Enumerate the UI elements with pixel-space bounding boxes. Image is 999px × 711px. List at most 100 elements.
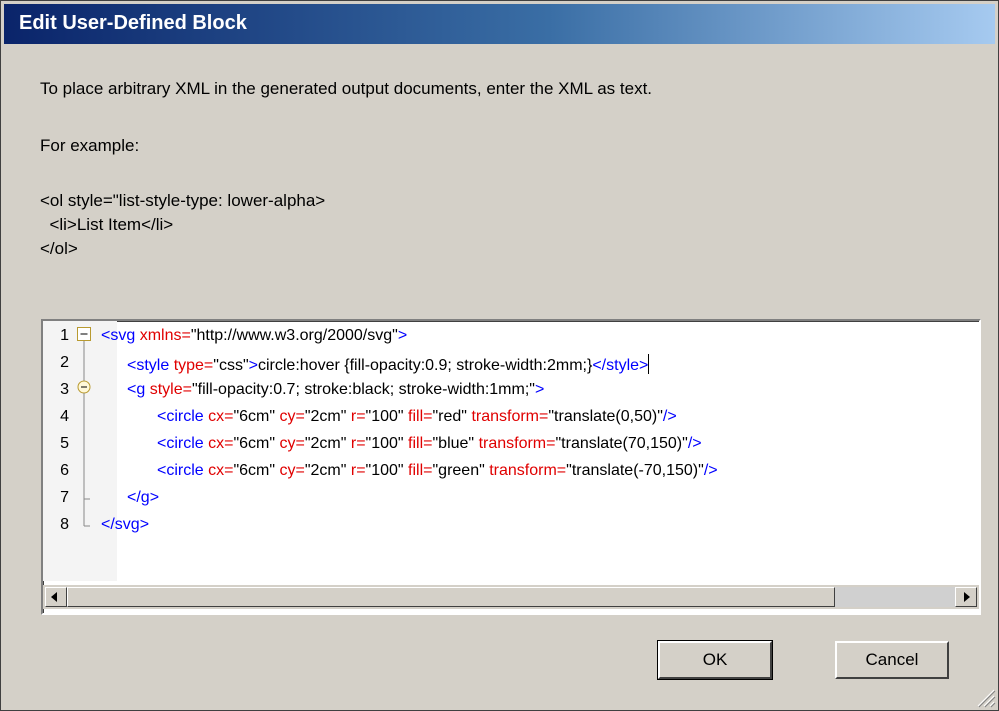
code-token: style= [149,381,192,398]
example-code-line-1: <ol style="list-style-type: lower-alpha> [40,191,326,210]
code-token: fill= [408,462,433,479]
code-token: cy= [279,435,305,452]
cancel-button[interactable]: Cancel [835,641,949,679]
code-token: <svg [101,327,140,344]
code-text: </svg> [101,516,149,534]
code-token: <circle [157,435,209,452]
line-number: 3 [60,381,69,398]
code-line: 3 <g style="fill-opacity:0.7; stroke:bla… [43,377,979,404]
code-line: 1 <svg xmlns="http://www.w3.org/2000/svg… [43,323,979,350]
code-line: 2 <style type="css">circle:hover {fill-o… [43,350,979,377]
code-line: 7 </g> [43,485,979,512]
fold-guide-line [83,431,85,458]
code-token: /> [687,435,702,452]
code-token: "red" [432,408,472,425]
code-token: cx= [208,435,234,452]
horizontal-scrollbar[interactable] [43,585,979,609]
scroll-left-button[interactable] [45,587,67,607]
fold-end-marker [83,512,90,527]
code-token: /> [703,462,718,479]
scroll-right-button[interactable] [955,587,977,607]
edit-user-defined-block-dialog: Edit User-Defined Block To place arbitra… [0,0,999,711]
example-label: For example: [40,136,140,155]
fold-guide-line [83,404,85,431]
scroll-thumb[interactable] [67,587,835,607]
fold-collapse-icon[interactable] [77,377,91,404]
code-token: "translate(0,50)" [548,408,663,425]
code-line: 6 <circle cx="6cm" cy="2cm" r="100" fill… [43,458,979,485]
text-cursor [648,354,650,374]
code-text: <circle cx="6cm" cy="2cm" r="100" fill="… [157,462,718,480]
code-token: </style> [592,357,649,374]
code-token: <style [127,357,174,374]
code-token: "2cm" [304,435,351,452]
code-token: r= [350,462,366,479]
code-token: transform= [489,462,567,479]
code-token: "6cm" [233,435,280,452]
code-token: transform= [471,408,549,425]
code-line: 8 </svg> [43,512,979,539]
code-text: </g> [127,489,159,507]
line-number: 8 [60,516,69,533]
code-token: cy= [279,408,305,425]
code-token: circle:hover {fill-opacity:0.9; stroke-w… [257,357,593,374]
code-token: xmlns= [139,327,191,344]
fold-guide-line [83,458,85,485]
line-number: 2 [60,354,69,371]
example-code-line-2: <li>List Item</li> [40,215,174,234]
code-token: "blue" [432,435,479,452]
dialog-title: Edit User-Defined Block [19,12,247,34]
code-token: r= [350,435,366,452]
code-token: /> [662,408,677,425]
code-token: > [534,381,545,398]
line-number: 5 [60,435,69,452]
code-token: cy= [279,462,305,479]
code-token: "6cm" [233,408,280,425]
code-token: "fill-opacity:0.7; stroke:black; stroke-… [191,381,535,398]
code-text: <circle cx="6cm" cy="2cm" r="100" fill="… [157,408,677,426]
resize-grip-icon[interactable] [974,686,996,708]
code-token: <circle [157,462,209,479]
code-token: "2cm" [304,408,351,425]
code-token: transform= [478,435,556,452]
code-token: "6cm" [233,462,280,479]
code-token: fill= [408,408,433,425]
code-token: > [248,357,258,374]
code-token: "100" [365,435,409,452]
arrow-right-icon [964,592,970,602]
code-token: "http://www.w3.org/2000/svg" [190,327,398,344]
code-token: cx= [208,408,234,425]
code-text: <circle cx="6cm" cy="2cm" r="100" fill="… [157,435,702,453]
instruction-text: To place arbitrary XML in the generated … [40,79,653,98]
example-code-line-3: </ol> [40,239,78,258]
code-token: <circle [157,408,209,425]
xml-text-editor[interactable]: 1 <svg xmlns="http://www.w3.org/2000/svg… [41,319,981,615]
code-token: type= [173,357,214,374]
code-token: </svg> [101,516,150,533]
ok-button[interactable]: OK [657,640,773,680]
arrow-left-icon [51,592,57,602]
code-line: 4 <circle cx="6cm" cy="2cm" r="100" fill… [43,404,979,431]
code-token: "translate(70,150)" [555,435,688,452]
line-number: 4 [60,408,69,425]
fold-guide-line [83,350,85,377]
code-token: "100" [365,462,409,479]
code-token: <g [127,381,150,398]
line-number: 6 [60,462,69,479]
code-token: "css" [213,357,249,374]
code-token: fill= [408,435,433,452]
title-bar[interactable]: Edit User-Defined Block [4,4,995,44]
code-token: > [397,327,408,344]
code-token: "translate(-70,150)" [566,462,704,479]
code-token: cx= [208,462,234,479]
code-token: "100" [365,408,409,425]
code-line: 5 <circle cx="6cm" cy="2cm" r="100" fill… [43,431,979,458]
code-token: "2cm" [304,462,351,479]
code-text: <svg xmlns="http://www.w3.org/2000/svg"> [101,327,407,345]
line-number: 1 [60,327,69,344]
code-token: r= [350,408,366,425]
code-token: "green" [432,462,490,479]
fold-end-marker [83,485,90,512]
code-text: <g style="fill-opacity:0.7; stroke:black… [127,381,544,399]
code-text: <style type="css">circle:hover {fill-opa… [127,354,650,375]
